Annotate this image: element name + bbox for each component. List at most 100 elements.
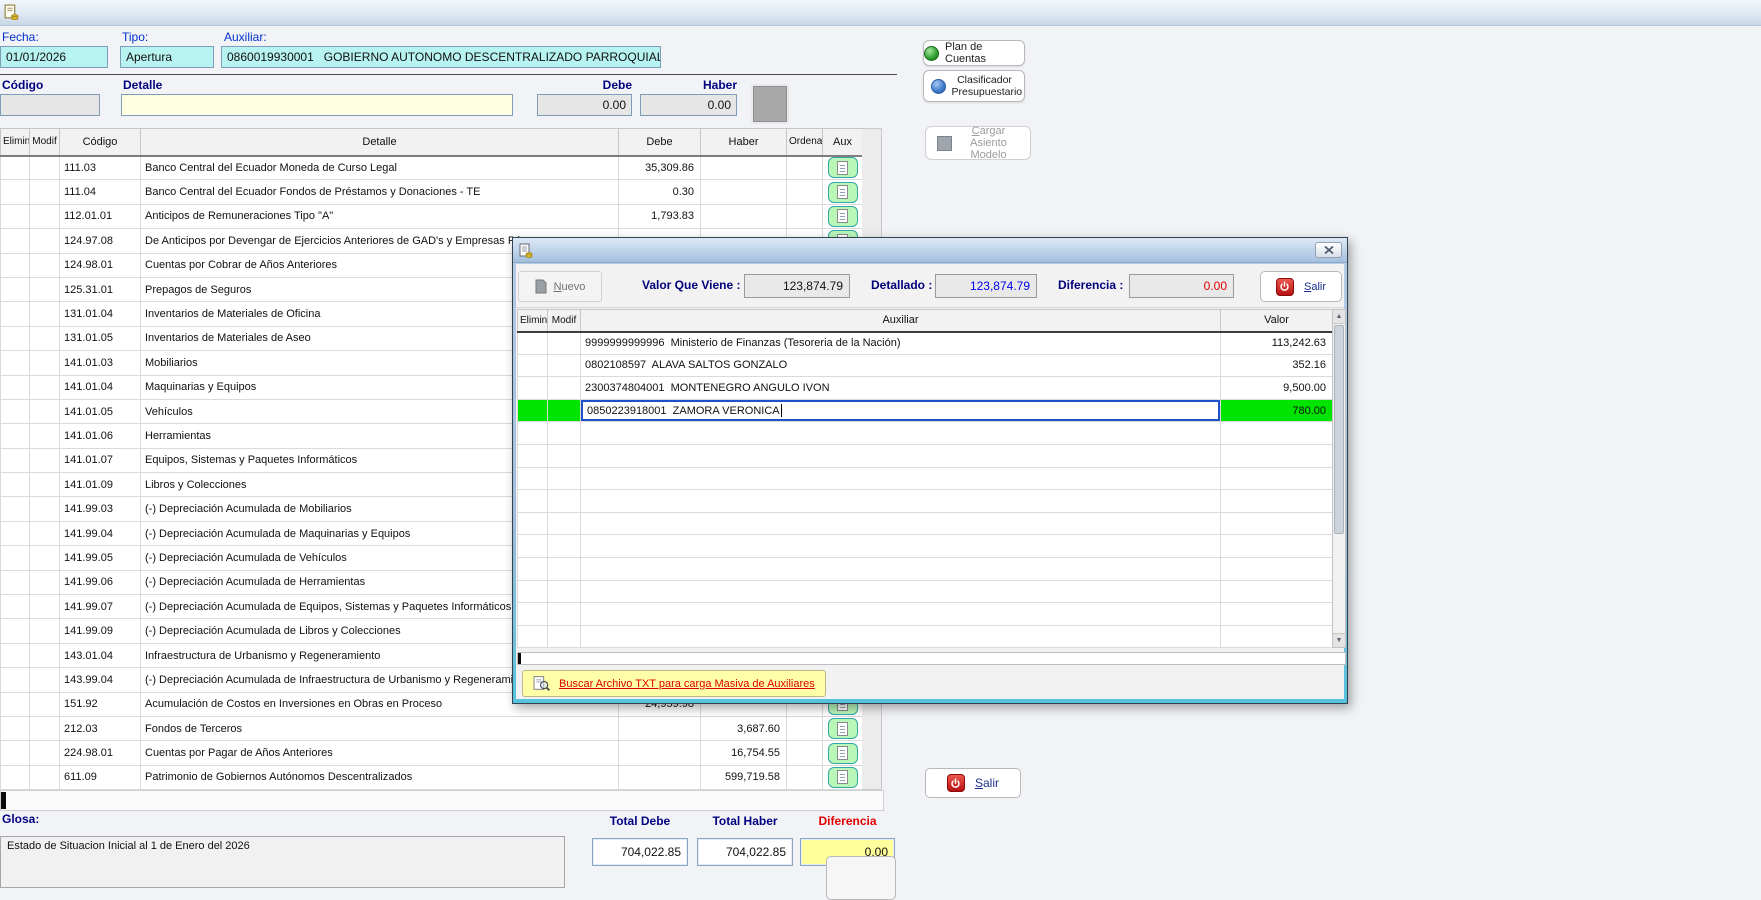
- auxiliar-cell[interactable]: 0850223918001 ZAMORA VERONICA: [581, 399, 1221, 422]
- elimin-cell[interactable]: [1, 326, 30, 350]
- modif-cell[interactable]: [30, 375, 60, 399]
- auxiliar-empty-row[interactable]: [518, 580, 1333, 603]
- elimin-cell[interactable]: [1, 643, 30, 667]
- elimin-cell[interactable]: [1, 302, 30, 326]
- auxiliar-empty-row[interactable]: [518, 512, 1333, 535]
- dialog-bottom-input-strip[interactable]: [517, 652, 1346, 665]
- modif-cell[interactable]: [30, 497, 60, 521]
- debe-input[interactable]: 0.00: [537, 94, 632, 116]
- haber-input[interactable]: 0.00: [640, 94, 737, 116]
- modif-cell[interactable]: [30, 643, 60, 667]
- modif-cell[interactable]: [30, 399, 60, 423]
- aux-button[interactable]: [828, 157, 858, 178]
- modif-cell[interactable]: [30, 521, 60, 545]
- table-row[interactable]: 212.03Fondos de Terceros3,687.60: [1, 716, 863, 740]
- auxiliar-empty-row[interactable]: [518, 557, 1333, 580]
- elimin-cell[interactable]: [1, 448, 30, 472]
- table-row[interactable]: 111.03Banco Central del Ecuador Moneda d…: [1, 156, 863, 180]
- elimin-cell[interactable]: [1, 277, 30, 301]
- modif-cell[interactable]: [30, 570, 60, 594]
- elimin-cell[interactable]: [1, 765, 30, 789]
- close-icon[interactable]: [1315, 242, 1342, 258]
- elimin-cell[interactable]: [518, 354, 548, 377]
- modif-cell[interactable]: [30, 204, 60, 228]
- modif-cell[interactable]: [30, 302, 60, 326]
- modif-cell[interactable]: [30, 253, 60, 277]
- dialog-salir-button[interactable]: Salir: [1260, 271, 1342, 302]
- elimin-cell[interactable]: [1, 473, 30, 497]
- detalle-input[interactable]: [121, 94, 513, 116]
- plan-de-cuentas-button[interactable]: Plan de Cuentas: [923, 40, 1025, 66]
- cargar-asiento-modelo-button[interactable]: Cargar Asiento Modelo: [925, 126, 1031, 160]
- ordenar-cell[interactable]: [787, 741, 823, 765]
- auxiliar-empty-row[interactable]: [518, 603, 1333, 626]
- aux-button[interactable]: [828, 767, 858, 788]
- elimin-cell[interactable]: [1, 595, 30, 619]
- table-row[interactable]: 112.01.01Anticipos de Remuneraciones Tip…: [1, 204, 863, 228]
- modif-cell[interactable]: [30, 326, 60, 350]
- table-row[interactable]: 111.04Banco Central del Ecuador Fondos d…: [1, 180, 863, 204]
- elimin-cell[interactable]: [1, 619, 30, 643]
- elimin-cell[interactable]: [1, 229, 30, 253]
- auxiliar-edit-input[interactable]: 0850223918001 ZAMORA VERONICA: [581, 400, 1220, 422]
- modif-cell[interactable]: [30, 716, 60, 740]
- auxiliar-empty-row[interactable]: [518, 422, 1333, 445]
- modif-cell[interactable]: [548, 354, 581, 377]
- modif-cell[interactable]: [30, 180, 60, 204]
- ordenar-cell[interactable]: [787, 716, 823, 740]
- clasificador-presupuestario-button[interactable]: Clasificador Presupuestario: [923, 70, 1025, 102]
- elimin-cell[interactable]: [1, 692, 30, 716]
- modif-cell[interactable]: [30, 424, 60, 448]
- auxiliar-empty-row[interactable]: [518, 444, 1333, 467]
- elimin-cell[interactable]: [1, 156, 30, 180]
- ordenar-cell[interactable]: [787, 204, 823, 228]
- elimin-cell[interactable]: [1, 399, 30, 423]
- buscar-archivo-txt-button[interactable]: Buscar Archivo TXT para carga Masiva de …: [522, 670, 826, 697]
- fecha-input[interactable]: 01/01/2026: [0, 46, 108, 68]
- scroll-down-icon[interactable]: ▼: [1333, 633, 1345, 647]
- partial-bottom-button[interactable]: [826, 856, 896, 900]
- total-haber-field[interactable]: 704,022.85: [697, 838, 793, 866]
- detallado-field[interactable]: 123,874.79: [935, 274, 1037, 298]
- elimin-cell[interactable]: [1, 497, 30, 521]
- modif-cell[interactable]: [30, 473, 60, 497]
- modif-cell[interactable]: [30, 351, 60, 375]
- valor-que-viene-field[interactable]: 123,874.79: [744, 274, 850, 298]
- elimin-cell[interactable]: [1, 741, 30, 765]
- elimin-cell[interactable]: [1, 180, 30, 204]
- elimin-cell[interactable]: [518, 377, 548, 400]
- modif-cell[interactable]: [548, 377, 581, 400]
- aux-button[interactable]: [828, 182, 858, 203]
- auxiliar-empty-row[interactable]: [518, 535, 1333, 558]
- scrollbar-thumb[interactable]: [1334, 325, 1344, 534]
- salir-button[interactable]: Salir: [925, 768, 1021, 798]
- modif-cell[interactable]: [30, 229, 60, 253]
- elimin-cell[interactable]: [1, 204, 30, 228]
- auxiliar-empty-row[interactable]: [518, 467, 1333, 490]
- elimin-cell[interactable]: [1, 570, 30, 594]
- modif-cell[interactable]: [30, 668, 60, 692]
- auxiliar-empty-row[interactable]: [518, 625, 1333, 648]
- elimin-cell[interactable]: [518, 399, 548, 422]
- codigo-input[interactable]: [0, 94, 100, 116]
- elimin-cell[interactable]: [518, 332, 548, 355]
- modif-cell[interactable]: [30, 277, 60, 301]
- auxiliar-empty-row[interactable]: [518, 490, 1333, 513]
- scroll-up-icon[interactable]: ▲: [1333, 310, 1345, 324]
- modif-cell[interactable]: [30, 595, 60, 619]
- modif-cell[interactable]: [30, 619, 60, 643]
- dialog-scrollbar[interactable]: ▲ ▼: [1332, 309, 1346, 648]
- dialog-title-bar[interactable]: [513, 238, 1347, 263]
- modif-cell[interactable]: [30, 692, 60, 716]
- modif-cell[interactable]: [548, 332, 581, 355]
- modif-cell[interactable]: [30, 741, 60, 765]
- modif-cell[interactable]: [30, 765, 60, 789]
- modif-cell[interactable]: [30, 156, 60, 180]
- glosa-textarea[interactable]: Estado de Situacion Inicial al 1 de Ener…: [0, 836, 565, 888]
- elimin-cell[interactable]: [1, 521, 30, 545]
- elimin-cell[interactable]: [1, 546, 30, 570]
- elimin-cell[interactable]: [1, 375, 30, 399]
- aux-button[interactable]: [828, 743, 858, 764]
- auxiliar-row[interactable]: 0802108597 ALAVA SALTOS GONZALO352.16: [518, 354, 1333, 377]
- ordenar-cell[interactable]: [787, 156, 823, 180]
